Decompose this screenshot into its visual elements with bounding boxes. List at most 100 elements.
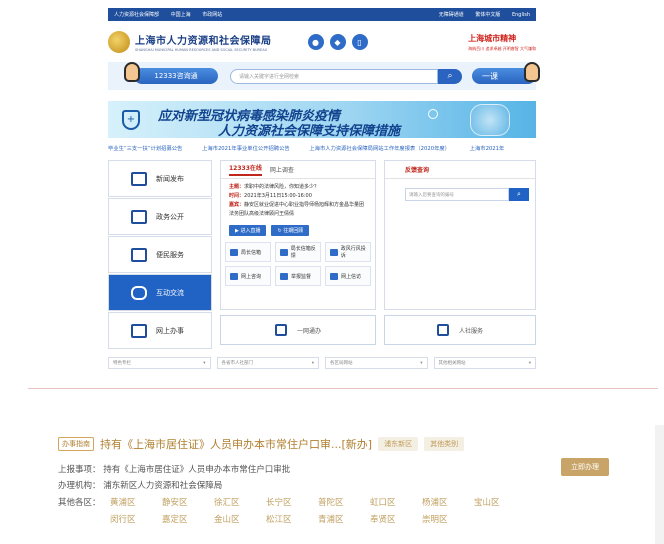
district-badge: 浦东新区: [378, 437, 419, 451]
menu-item-interaction[interactable]: 互动交流: [108, 274, 212, 311]
search-input[interactable]: 请输入关键字进行全网检索: [230, 68, 438, 84]
apply-now-button[interactable]: 立即办理: [561, 458, 609, 476]
select-value: 各省市人社部门: [221, 361, 254, 366]
chevron-down-icon: ▾: [311, 360, 314, 366]
complaint-link[interactable]: 政风行风投诉: [325, 242, 371, 262]
district-link[interactable]: 虹口区: [370, 496, 422, 508]
online-petition-link[interactable]: 网上信访: [325, 266, 371, 286]
scrollbar[interactable]: [655, 425, 664, 544]
wechat-icon[interactable]: ◆: [329, 34, 346, 50]
top-nav-right: 无障碍通道 繁体中文版 English: [439, 11, 530, 18]
feedback-search: 请输入您要查询的编号 ⌕: [405, 188, 535, 201]
online-consult-link[interactable]: 网上咨询: [225, 266, 271, 286]
service-org-line: 办理机构： 浦东新区人力资源和社会保障局: [58, 479, 222, 491]
district-link[interactable]: 松江区: [266, 513, 318, 525]
social-icons: ● ◆ ▯: [307, 34, 368, 50]
district-link[interactable]: 青浦区: [318, 513, 370, 525]
district-link[interactable]: 奉贤区: [370, 513, 422, 525]
top-link[interactable]: 中国上海: [171, 12, 191, 18]
shield-icon: +: [122, 110, 140, 130]
mobile-icon[interactable]: ▯: [351, 34, 368, 50]
weibo-icon[interactable]: ●: [307, 34, 324, 50]
one-net-link[interactable]: 一网通办: [220, 315, 376, 345]
hotline-12333-button[interactable]: 12333咨询通: [124, 62, 218, 84]
interaction-grid: 局长信箱 局长信箱反馈 政风行风投诉 网上咨询 举报监督 网上信访: [221, 236, 375, 286]
mailbox-feedback-link[interactable]: 局长信箱反馈: [275, 242, 321, 262]
cell-label: 政风行风投诉: [340, 246, 366, 259]
live-buttons: ▶ 进入直播 ↻ 往期回顾: [221, 225, 375, 236]
report-link[interactable]: 举报监督: [275, 266, 321, 286]
tab-survey[interactable]: 网上调查: [270, 165, 294, 174]
past-review-button[interactable]: ↻ 往期回顾: [271, 225, 310, 236]
search-icon: ⌕: [447, 71, 453, 81]
director-mailbox-link[interactable]: 局长信箱: [225, 242, 271, 262]
users-icon: [330, 248, 338, 256]
enter-live-label: 进入直播: [240, 228, 261, 234]
select-districts[interactable]: 各区局网站 ▾: [325, 357, 428, 369]
org-value: 浦东新区人力资源和社会保障局: [103, 481, 223, 491]
category-badge: 其他类别: [424, 437, 465, 451]
left-menu: 新闻发布 政务公开 便民服务 互动交流 网上办事: [108, 160, 212, 350]
accessibility-link[interactable]: 无障碍通道: [439, 12, 464, 18]
search-button[interactable]: ⌕: [438, 68, 462, 84]
document-icon: [131, 209, 147, 224]
select-provinces[interactable]: 各省市人社部门 ▾: [216, 357, 319, 369]
ticker-item[interactable]: 毕业生“三支一扶”计划招募公告: [108, 146, 182, 152]
screen-icon: [330, 272, 338, 280]
tab-12333-online[interactable]: 12333在线: [229, 163, 262, 176]
menu-item-online[interactable]: 网上办事: [108, 312, 212, 349]
ticker-item[interactable]: 上海市2021年: [470, 146, 505, 152]
ticker-item[interactable]: 上海市2021年事业单位公开招聘公告: [202, 146, 290, 152]
search-icon: ⌕: [517, 190, 521, 198]
select-other-sites[interactable]: 其他相关网站 ▾: [433, 357, 536, 369]
top-link[interactable]: 市政网站: [202, 12, 222, 18]
menu-item-services[interactable]: 便民服务: [108, 236, 212, 273]
top-link[interactable]: 人力资源社会保障部: [114, 12, 159, 18]
district-link[interactable]: 杨浦区: [422, 496, 474, 508]
district-link[interactable]: 宝山区: [474, 496, 526, 508]
item-value: 持有《上海市居住证》人员申办本市常住户口审批: [103, 465, 291, 475]
english-link[interactable]: English: [512, 12, 530, 18]
org-label: 办理机构：: [58, 481, 101, 491]
live-topic: 主题：求职中的法律风险，你知道多少？ 时间：2021年3月11日15:00-16…: [221, 179, 375, 223]
people-icon: [131, 247, 147, 262]
feedback-search-button[interactable]: ⌕: [509, 188, 529, 201]
interaction-panel: 12333在线 网上调查 主题：求职中的法律风险，你知道多少？ 时间：2021年…: [220, 160, 376, 310]
enter-live-button[interactable]: ▶ 进入直播: [229, 225, 267, 236]
cell-label: 网上咨询: [241, 273, 262, 280]
district-link[interactable]: 静安区: [162, 496, 214, 508]
hr-service-link[interactable]: 人社服务: [384, 315, 536, 345]
guide-tag: 办事指南: [58, 437, 94, 451]
feedback-panel: 反馈查询 请输入您要查询的编号 ⌕: [384, 160, 536, 310]
service-title-link[interactable]: 持有《上海市居住证》人员申办本市常住户口审...[新办]: [100, 436, 372, 452]
district-link[interactable]: 闵行区: [110, 513, 162, 525]
emblem-icon: [108, 31, 130, 53]
hr-service-label: 人社服务: [458, 327, 483, 335]
menu-item-news[interactable]: 新闻发布: [108, 160, 212, 197]
covid-banner[interactable]: + 应对新型冠状病毒感染肺炎疫情 人力资源社会保障支持保障措施: [108, 101, 536, 138]
related-links-selects: 特色专栏 ▾ 各省市人社部门 ▾ 各区局网站 ▾ 其他相关网站 ▾: [108, 357, 536, 369]
topic-text[interactable]: 求职中的法律风险，你知道多少？: [244, 184, 319, 190]
select-value: 其他相关网站: [438, 361, 466, 366]
districts-row-2: 闵行区 嘉定区 金山区 松江区 青浦区 奉贤区 崇明区: [110, 513, 474, 525]
district-link[interactable]: 普陀区: [318, 496, 370, 508]
site-logo[interactable]: 上海市人力资源和社会保障局 SHANGHAI MUNICIPAL HUMAN R…: [135, 32, 272, 52]
slogan-title: 上海城市精神: [468, 32, 517, 43]
district-link[interactable]: 徐汇区: [214, 496, 266, 508]
cell-label: 局长信箱反馈: [290, 246, 316, 259]
menu-item-gov-open[interactable]: 政务公开: [108, 198, 212, 235]
yiwang-button[interactable]: 一课: [472, 62, 540, 84]
district-link[interactable]: 黄浦区: [110, 496, 162, 508]
traditional-chinese-link[interactable]: 繁体中文版: [475, 12, 500, 18]
district-link[interactable]: 嘉定区: [162, 513, 214, 525]
chat-icon: [131, 285, 147, 300]
select-special-column[interactable]: 特色专栏 ▾: [108, 357, 211, 369]
monitor-icon: [436, 324, 449, 336]
district-link[interactable]: 长宁区: [266, 496, 318, 508]
district-link[interactable]: 金山区: [214, 513, 266, 525]
mascot-icon: [124, 62, 140, 82]
mail-icon: [230, 248, 238, 256]
district-link[interactable]: 崇明区: [422, 513, 474, 525]
feedback-number-input[interactable]: 请输入您要查询的编号: [405, 188, 509, 201]
ticker-item[interactable]: 上海市人力资源社会保障局网站工作年度报表（2020年度）: [309, 146, 450, 152]
